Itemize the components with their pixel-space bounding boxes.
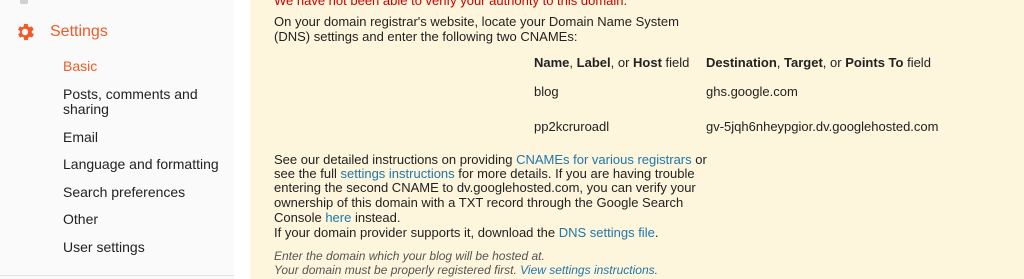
- help-line5: Console here instead.: [274, 210, 401, 225]
- help-line4: ownership of this domain with a TXT reco…: [274, 195, 684, 210]
- settings-instructions-link[interactable]: settings instructions: [341, 166, 455, 181]
- cname-row-name: pp2kcruroadl: [534, 119, 610, 134]
- view-settings-instructions-link[interactable]: View settings instructions: [520, 263, 655, 277]
- sidebar-divider: [0, 275, 234, 276]
- settings-label: Settings: [50, 23, 108, 40]
- cname-row-name: blog: [534, 84, 559, 99]
- sidebar-item-user-settings[interactable]: User settings: [63, 239, 145, 255]
- content-gap: [234, 0, 250, 279]
- sidebar-item-email[interactable]: Email: [63, 129, 98, 145]
- help-line3: entering the second CNAME to dv.googleho…: [274, 180, 696, 195]
- sidebar-section-settings[interactable]: Settings: [14, 20, 108, 44]
- gear-icon: [18, 23, 34, 41]
- domain-registration-note: Your domain must be properly registered …: [274, 263, 658, 277]
- cnames-registrars-link[interactable]: CNAMEs for various registrars: [516, 152, 692, 167]
- sidebar-item-language-formatting[interactable]: Language and formatting: [63, 156, 219, 172]
- intro-text-line2: (DNS) settings and enter the following t…: [274, 29, 578, 44]
- sidebar: Settings Basic Posts, comments and shari…: [0, 0, 234, 279]
- sidebar-item-other[interactable]: Other: [63, 211, 98, 227]
- cname-header-destination: Destination, Target, or Points To field: [706, 55, 931, 70]
- domain-hint-note: Enter the domain which your blog will be…: [274, 249, 545, 263]
- intro-text-line1: On your domain registrar's website, loca…: [274, 14, 679, 29]
- sidebar-top-stub: [20, 0, 28, 4]
- help-line2: see the full settings instructions for m…: [274, 166, 695, 181]
- cname-header-name: Name, Label, or Host field: [534, 55, 690, 70]
- sidebar-item-posts-comments-sharing[interactable]: Posts, comments and: [63, 86, 198, 102]
- cname-row-destination: gv-5jqh6nheypgior.dv.googlehosted.com: [706, 119, 939, 134]
- dns-settings-file-link[interactable]: DNS settings file: [559, 225, 655, 240]
- sidebar-item-search-preferences[interactable]: Search preferences: [63, 184, 185, 200]
- cname-row-destination: ghs.google.com: [706, 84, 798, 99]
- sidebar-item-posts-comments-sharing-2[interactable]: sharing: [63, 101, 109, 117]
- help-line1: See our detailed instructions on providi…: [274, 152, 707, 167]
- sidebar-item-basic[interactable]: Basic: [63, 58, 97, 74]
- search-console-here-link[interactable]: here: [325, 210, 351, 225]
- verification-error: We have not been able to verify your aut…: [274, 0, 628, 8]
- help-line6: If your domain provider supports it, dow…: [274, 225, 659, 240]
